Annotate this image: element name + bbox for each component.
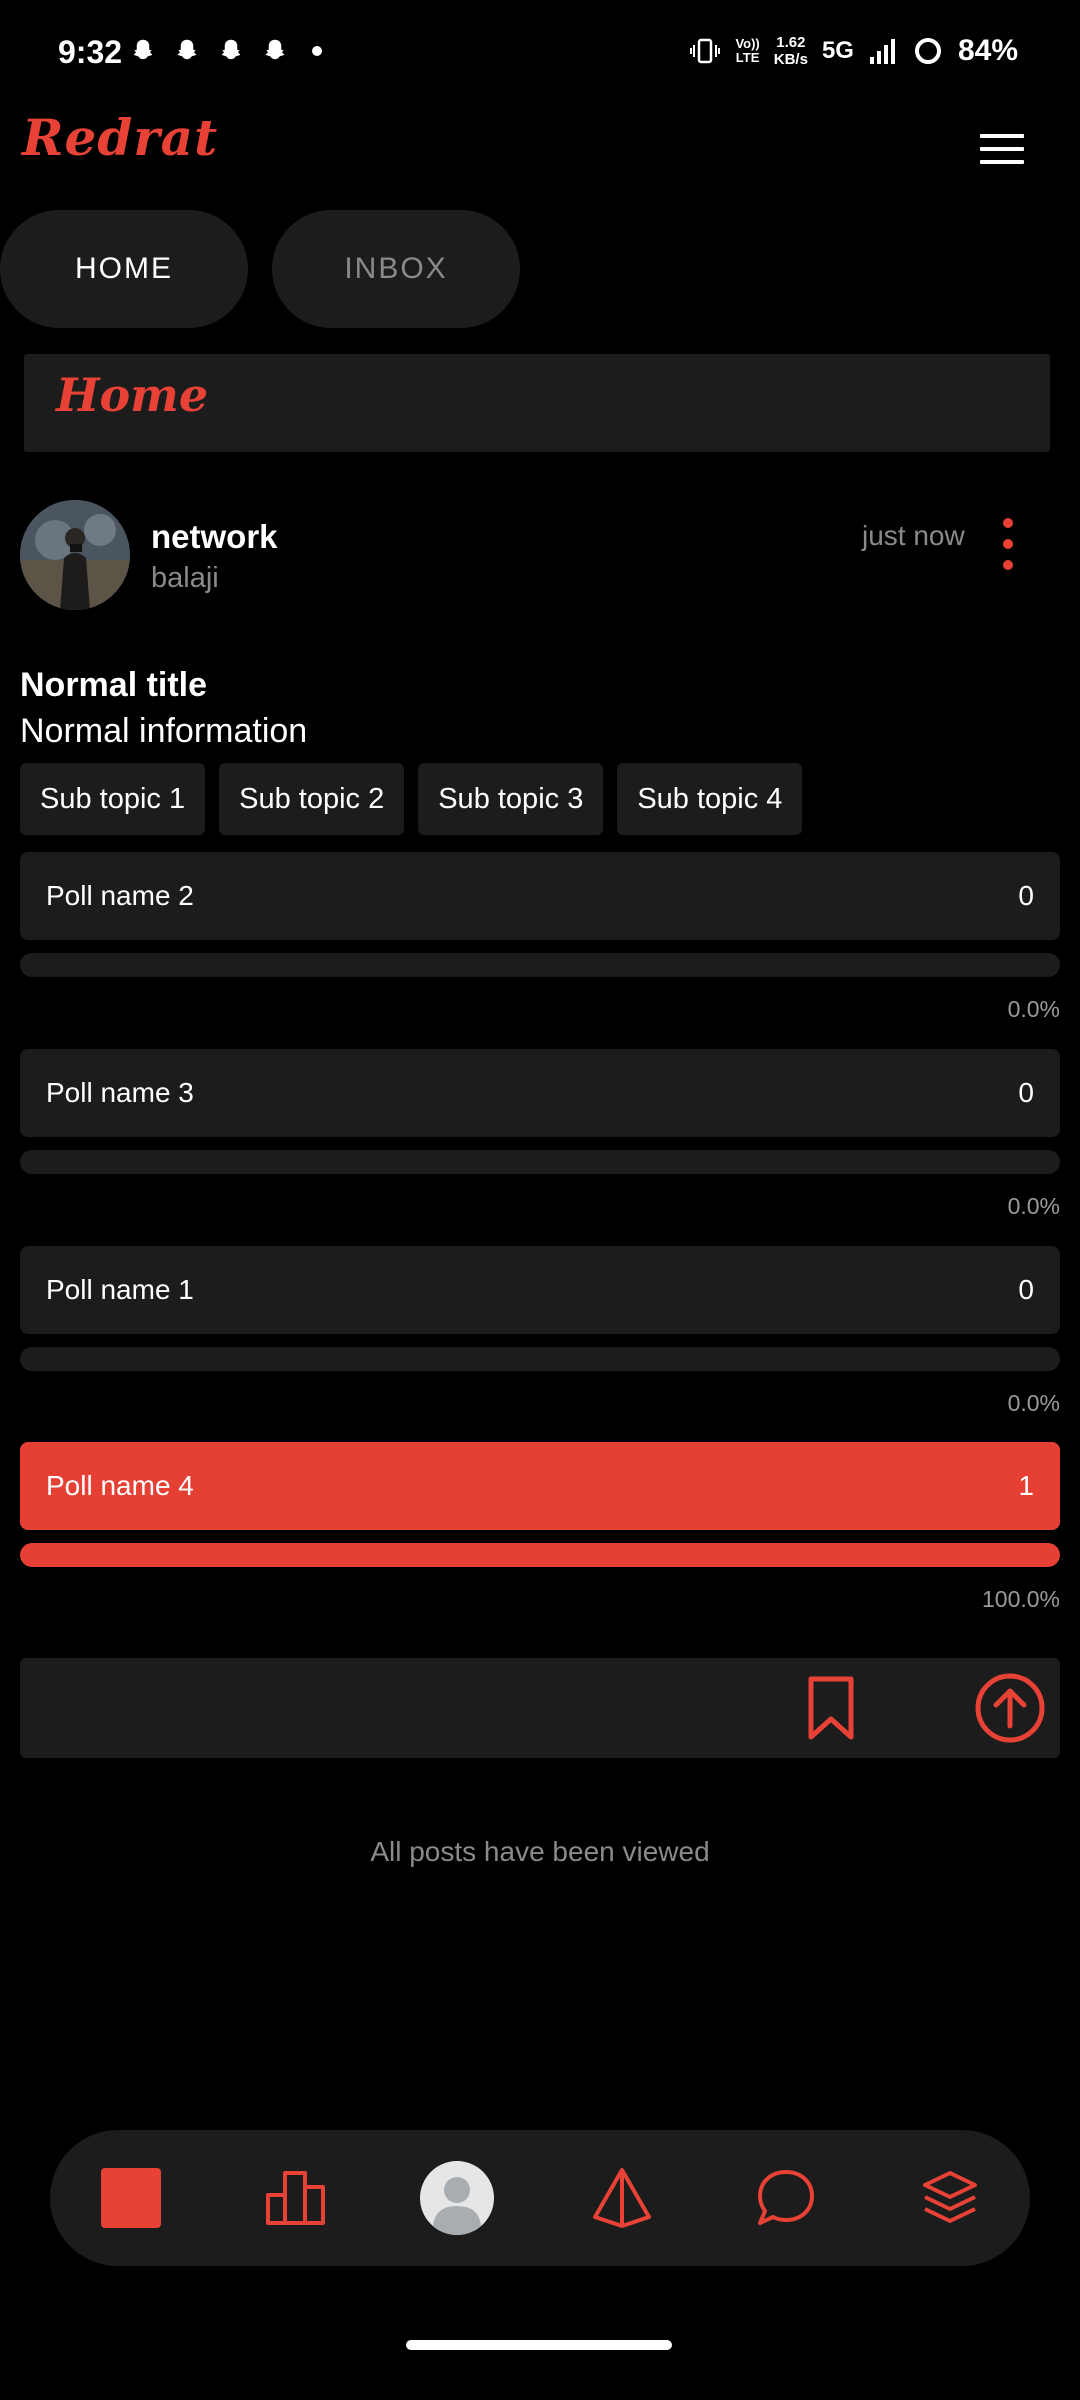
status-indicators: Vo)) LTE 1.62 KB/s 5G 84% — [689, 34, 1018, 68]
layers-icon — [923, 2171, 977, 2223]
poll-option-name: Poll name 4 — [46, 1470, 194, 1501]
snapchat-icon — [265, 39, 285, 60]
nav-layers[interactable] — [912, 2160, 988, 2236]
poll-option[interactable]: Poll name 2 0 — [20, 852, 1060, 940]
poll-progress-bar — [20, 1543, 1060, 1567]
poll-option-votes: 0 — [1018, 1077, 1034, 1108]
end-of-feed-message: All posts have been viewed — [370, 1836, 710, 1867]
tab-inbox[interactable]: INBOX — [272, 210, 520, 328]
post-action-bar — [20, 1658, 1060, 1758]
poll-progress-fill — [20, 1543, 1060, 1567]
vibrate-icon — [690, 38, 721, 64]
section-title: Home — [56, 368, 209, 422]
poll-percent: 100.0% — [981, 1586, 1060, 1612]
poll-option-name: Poll name 3 — [46, 1077, 194, 1108]
poll-progress-bar — [20, 1347, 1060, 1371]
home-square-icon — [101, 2168, 161, 2228]
nav-home[interactable] — [93, 2160, 169, 2236]
more-options-icon[interactable] — [1000, 518, 1016, 570]
bookmark-icon[interactable] — [806, 1675, 856, 1741]
topic-chip[interactable]: Sub topic 3 — [418, 763, 604, 835]
poll-percent: 0.0% — [1007, 996, 1060, 1022]
tab-home[interactable]: HOME — [0, 210, 248, 328]
battery-percent: 84% — [957, 34, 1018, 67]
author-handle: balaji — [151, 562, 219, 594]
battery-ring-icon — [914, 38, 941, 64]
topic-chip[interactable]: Sub topic 2 — [219, 763, 405, 835]
post-title: Normal title — [20, 666, 208, 704]
more-notifications-dot — [312, 46, 322, 56]
poll-percent: 0.0% — [1007, 1390, 1060, 1416]
poll-option-name: Poll name 2 — [46, 880, 194, 911]
poll-option-votes: 0 — [1018, 1274, 1034, 1305]
nav-profile[interactable] — [419, 2160, 495, 2236]
poll-progress-bar — [20, 953, 1060, 977]
signal-icon — [869, 39, 895, 64]
home-indicator[interactable] — [406, 2340, 672, 2350]
snapchat-icon — [133, 39, 153, 60]
status-time: 9:32 — [58, 34, 123, 70]
poll-percent: 0.0% — [1007, 1193, 1060, 1219]
volte-indicator: Vo)) LTE — [735, 36, 760, 65]
poll-option-selected[interactable]: Poll name 4 1 — [20, 1442, 1060, 1530]
poll-option[interactable]: Poll name 3 0 — [20, 1049, 1060, 1137]
poll-option-votes: 1 — [1018, 1470, 1034, 1501]
post-timestamp: just now — [862, 520, 965, 551]
bottom-navigation — [50, 2130, 1030, 2266]
explore-prism-icon — [593, 2168, 651, 2228]
snapchat-icon — [221, 39, 241, 60]
network-type: 5G — [821, 37, 854, 64]
topic-chip[interactable]: Sub topic 1 — [20, 763, 206, 835]
notification-icons — [128, 36, 322, 66]
app-logo: Redrat — [22, 108, 219, 167]
nav-leaderboard[interactable] — [258, 2160, 334, 2236]
nav-explore[interactable] — [584, 2160, 660, 2236]
post-information: Normal information — [20, 712, 308, 750]
leaderboard-icon — [266, 2171, 325, 2225]
author-name[interactable]: network — [151, 518, 278, 556]
author-avatar[interactable] — [20, 500, 130, 610]
snapchat-icon — [177, 39, 197, 60]
profile-avatar — [420, 2161, 494, 2235]
topic-chips: Sub topic 1 Sub topic 2 Sub topic 3 Sub … — [20, 763, 803, 835]
poll-option-votes: 0 — [1018, 880, 1034, 911]
network-speed: 1.62 KB/s — [773, 34, 808, 68]
poll-progress-bar — [20, 1150, 1060, 1174]
topic-chip[interactable]: Sub topic 4 — [617, 763, 803, 835]
poll-option[interactable]: Poll name 1 0 — [20, 1246, 1060, 1334]
hamburger-icon[interactable] — [980, 134, 1024, 164]
nav-chat[interactable] — [748, 2160, 824, 2236]
chat-bubble-icon — [758, 2170, 814, 2225]
poll-option-name: Poll name 1 — [46, 1274, 194, 1305]
upvote-icon[interactable] — [974, 1672, 1046, 1744]
